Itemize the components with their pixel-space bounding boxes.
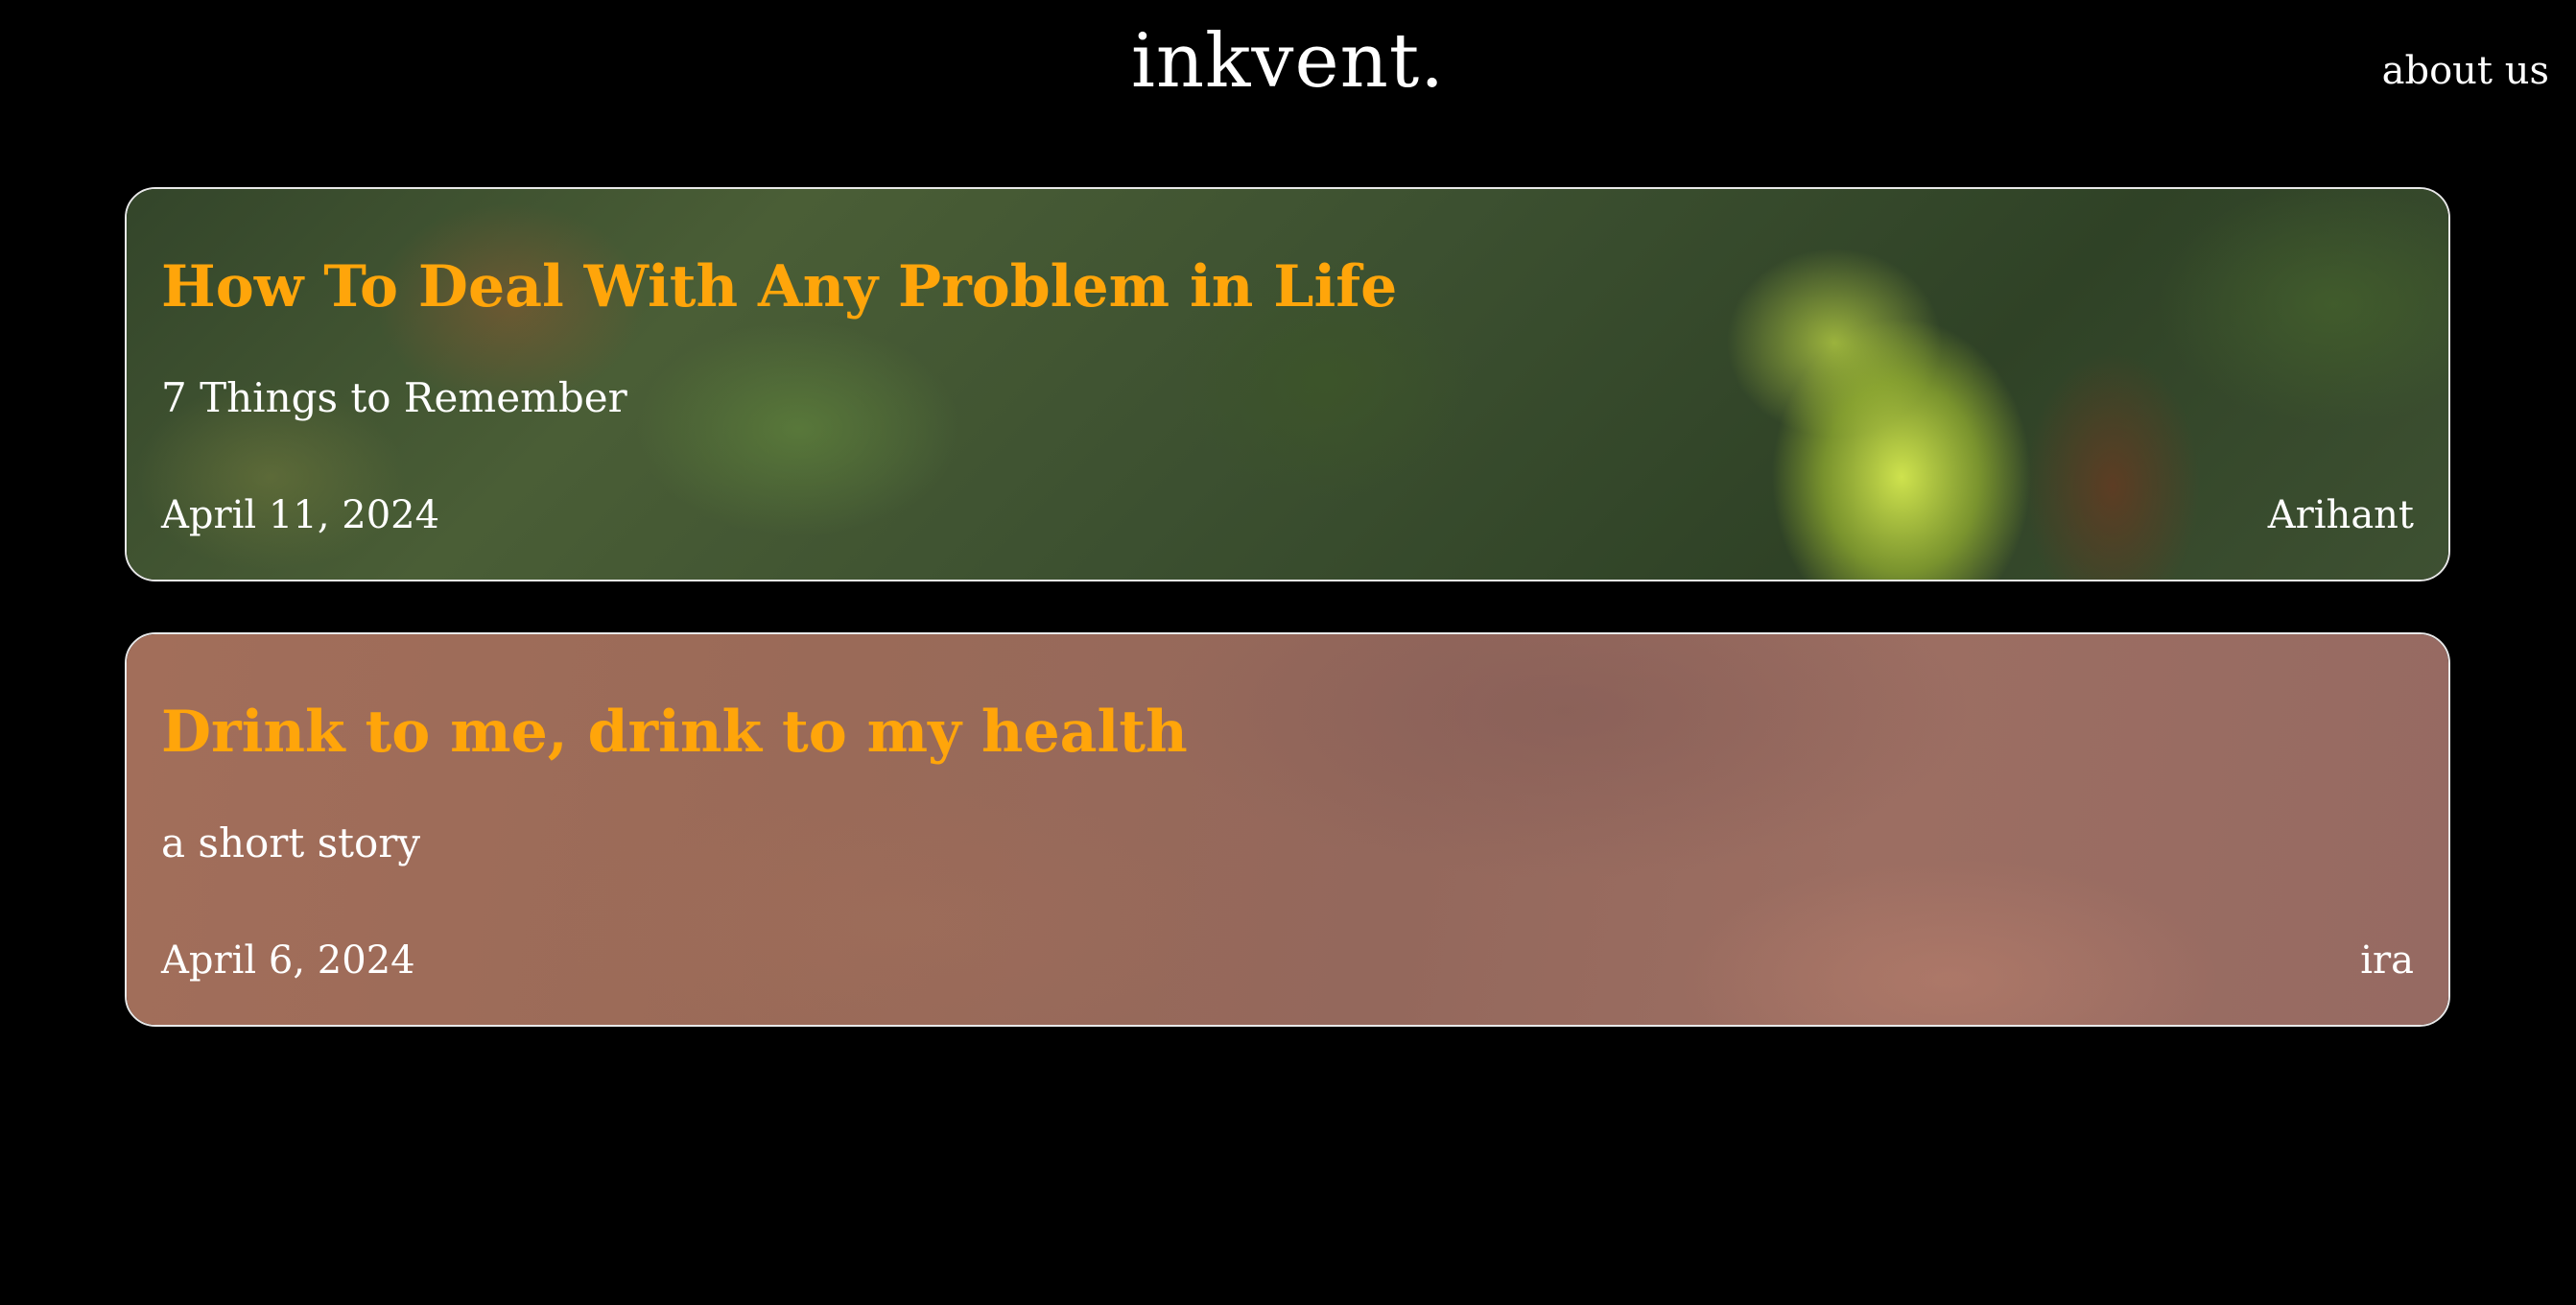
post-title[interactable]: Drink to me, drink to my health: [161, 694, 1188, 771]
post-card[interactable]: How To Deal With Any Problem in Life 7 T…: [125, 187, 2450, 581]
post-date: April 11, 2024: [161, 493, 440, 537]
post-card-content: Drink to me, drink to my health a short …: [127, 634, 2448, 1025]
site-header: inkvent. about us: [0, 0, 2576, 125]
post-date: April 6, 2024: [161, 938, 415, 983]
post-subtitle: 7 Things to Remember: [161, 374, 627, 421]
post-card-content: How To Deal With Any Problem in Life 7 T…: [127, 189, 2448, 580]
post-subtitle: a short story: [161, 819, 421, 866]
post-card[interactable]: Drink to me, drink to my health a short …: [125, 632, 2450, 1027]
site-logo[interactable]: inkvent.: [0, 13, 2576, 109]
post-author: ira: [2360, 938, 2414, 983]
post-author: Arihant: [2267, 493, 2414, 537]
about-us-link[interactable]: about us: [2382, 42, 2549, 100]
post-title[interactable]: How To Deal With Any Problem in Life: [161, 249, 1397, 325]
